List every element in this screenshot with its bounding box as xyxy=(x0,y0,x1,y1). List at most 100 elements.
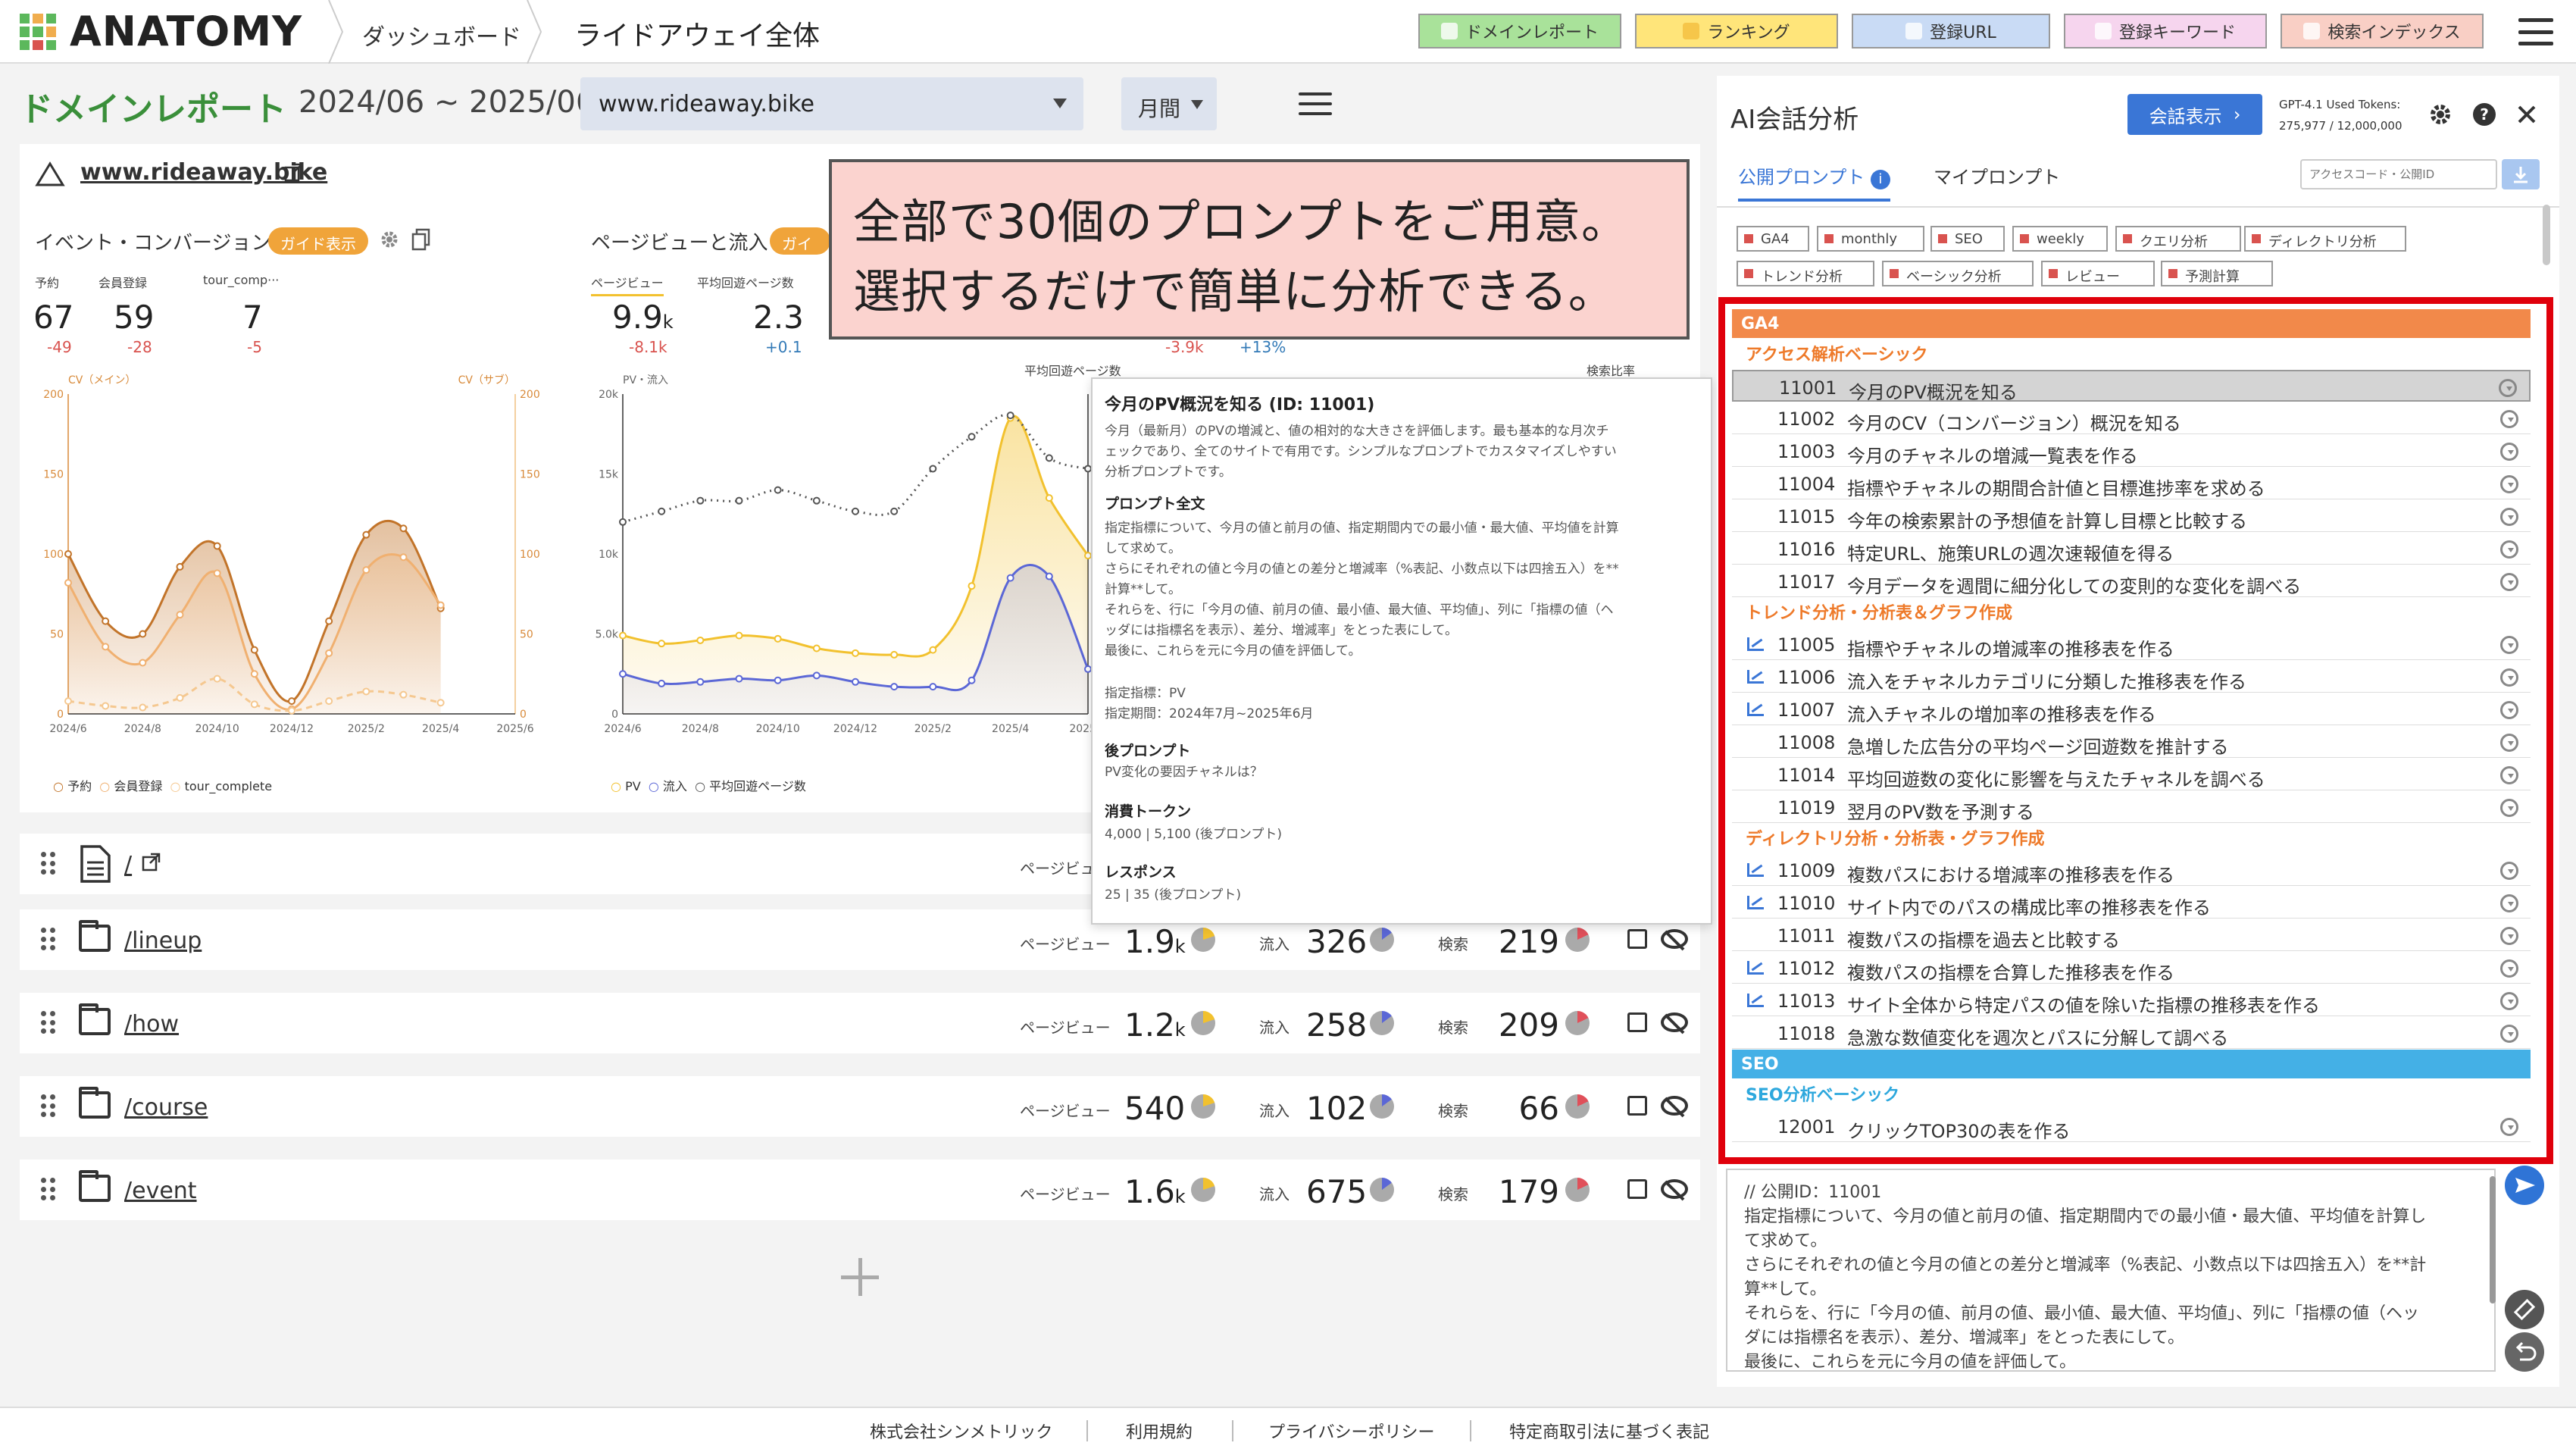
data-point[interactable] xyxy=(176,562,184,571)
data-point[interactable] xyxy=(1084,465,1092,473)
data-point[interactable] xyxy=(436,699,445,707)
legend-item[interactable]: tour_complete xyxy=(185,779,273,793)
tag-filter[interactable]: 予測計算 xyxy=(2161,261,2273,286)
data-point[interactable] xyxy=(213,542,221,550)
nav-registered-keyword-button[interactable]: 登録キーワード xyxy=(2064,14,2267,49)
report-icon[interactable] xyxy=(1627,929,1647,949)
data-point[interactable] xyxy=(1045,454,1053,462)
legend-item[interactable]: 平均回遊ページ数 xyxy=(709,779,806,793)
breadcrumb-dashboard[interactable]: ダッシュボード xyxy=(362,18,521,52)
data-point[interactable] xyxy=(658,640,666,648)
hide-eye-icon[interactable] xyxy=(1661,929,1688,949)
tab-my-prompts[interactable]: マイプロンプト xyxy=(1934,162,2060,189)
access-code-input[interactable] xyxy=(2300,159,2497,189)
tag-filter[interactable]: SEO xyxy=(1930,226,2005,252)
page-row[interactable]: /how ページビュー 1.2k 流入 258 検索 209 xyxy=(20,993,1700,1053)
clear-button[interactable] xyxy=(2505,1290,2544,1329)
tag-filter[interactable]: ベーシック分析 xyxy=(1882,261,2034,286)
data-point[interactable] xyxy=(362,566,370,574)
footer-tokushoho-link[interactable]: 特定商取引法に基づく表記 xyxy=(1509,1419,1709,1443)
data-point[interactable] xyxy=(64,697,72,706)
data-point[interactable] xyxy=(1084,552,1092,560)
data-point[interactable] xyxy=(102,617,110,625)
data-point[interactable] xyxy=(64,550,72,558)
data-point[interactable] xyxy=(399,690,408,699)
report-icon[interactable] xyxy=(1627,1096,1647,1116)
footer-terms-link[interactable]: 利用規約 xyxy=(1126,1419,1193,1443)
info-icon[interactable]: i xyxy=(1870,170,1890,189)
page-path-link[interactable]: /lineup xyxy=(124,928,202,954)
data-point[interactable] xyxy=(1006,574,1014,582)
tag-filter[interactable]: クエリ分析 xyxy=(2115,226,2241,252)
data-point[interactable] xyxy=(696,678,705,686)
data-point[interactable] xyxy=(658,679,666,687)
domain-select[interactable]: www.rideaway.bike xyxy=(580,77,1083,130)
data-point[interactable] xyxy=(735,674,743,683)
data-point[interactable] xyxy=(929,646,937,654)
nav-registered-url-button[interactable]: 登録URL xyxy=(1852,14,2050,49)
data-point[interactable] xyxy=(288,706,295,715)
data-point[interactable] xyxy=(929,465,937,473)
main-menu-icon[interactable] xyxy=(2518,18,2553,45)
legend-item[interactable]: PV xyxy=(625,779,641,793)
data-point[interactable] xyxy=(436,601,445,609)
data-point[interactable] xyxy=(1045,494,1053,502)
legend-item[interactable]: 流入 xyxy=(663,779,687,793)
close-icon[interactable] xyxy=(2515,103,2538,126)
nav-domain-report-button[interactable]: ドメインレポート xyxy=(1418,14,1621,49)
gear-icon[interactable] xyxy=(379,229,400,250)
data-point[interactable] xyxy=(619,670,627,678)
tag-filter[interactable]: weekly xyxy=(2012,226,2108,252)
drag-handle-icon[interactable] xyxy=(41,928,56,952)
data-point[interactable] xyxy=(774,634,782,643)
tag-filter[interactable]: トレンド分析 xyxy=(1737,261,1874,286)
report-icon[interactable] xyxy=(1627,1179,1647,1199)
report-menu-icon[interactable] xyxy=(1299,92,1332,115)
data-point[interactable] xyxy=(325,617,333,625)
copy-icon[interactable] xyxy=(411,227,432,252)
drag-handle-icon[interactable] xyxy=(41,1011,56,1035)
report-icon[interactable] xyxy=(1627,1012,1647,1032)
data-point[interactable] xyxy=(176,693,184,702)
external-link-icon[interactable] xyxy=(141,852,162,873)
prompt-editor[interactable]: // 公開ID：11001 指定指標について、今月の値と前月の値、指定期間内での最… xyxy=(1726,1169,2496,1372)
data-point[interactable] xyxy=(1084,665,1092,673)
data-point[interactable] xyxy=(102,702,110,710)
data-point[interactable] xyxy=(890,650,899,659)
data-point[interactable] xyxy=(696,636,705,644)
breadcrumb-project[interactable]: ライドアウェイ全体 xyxy=(574,14,820,53)
editor-scrollbar[interactable] xyxy=(2490,1176,2496,1303)
undo-button[interactable] xyxy=(2505,1332,2544,1372)
data-point[interactable] xyxy=(213,569,221,577)
data-point[interactable] xyxy=(325,697,333,706)
data-point[interactable] xyxy=(735,631,743,640)
data-point[interactable] xyxy=(288,697,295,706)
data-point[interactable] xyxy=(213,674,221,683)
data-point[interactable] xyxy=(176,611,184,619)
page-path-link[interactable]: / xyxy=(124,852,132,878)
page-row[interactable]: /event ページビュー 1.6k 流入 675 検索 179 xyxy=(20,1160,1700,1220)
app-logo-text[interactable]: ANATOMY xyxy=(70,8,302,55)
hide-eye-icon[interactable] xyxy=(1661,1096,1688,1116)
footer-privacy-link[interactable]: プライバシーポリシー xyxy=(1268,1419,1435,1443)
data-point[interactable] xyxy=(774,676,782,684)
tag-filter[interactable]: レビュー xyxy=(2041,261,2155,286)
pageview-guide-button[interactable]: ガイド xyxy=(770,227,830,255)
send-button[interactable] xyxy=(2505,1166,2544,1205)
external-link-icon[interactable] xyxy=(283,162,305,183)
tab-public-prompts[interactable]: 公開プロンプト i xyxy=(1738,162,1890,202)
footer-company-link[interactable]: 株式会社シンメトリック xyxy=(870,1419,1052,1443)
data-point[interactable] xyxy=(64,578,72,587)
data-point[interactable] xyxy=(399,524,408,533)
tag-filter[interactable]: GA4 xyxy=(1737,226,1809,252)
scrollbar-thumb[interactable] xyxy=(2543,205,2550,265)
data-point[interactable] xyxy=(774,486,782,494)
data-point[interactable] xyxy=(1006,412,1014,420)
data-point[interactable] xyxy=(139,630,147,638)
nav-search-index-button[interactable]: 検索インデックス xyxy=(2281,14,2484,49)
conversion-chart[interactable]: CV（メイン） CV（サブ） 0 50 100 150 200 0 50 100 150 200 202… xyxy=(30,358,553,752)
data-point[interactable] xyxy=(139,703,147,712)
gear-icon[interactable] xyxy=(2428,102,2453,127)
interval-select[interactable]: 月間 xyxy=(1121,77,1217,130)
hide-eye-icon[interactable] xyxy=(1661,1012,1688,1032)
